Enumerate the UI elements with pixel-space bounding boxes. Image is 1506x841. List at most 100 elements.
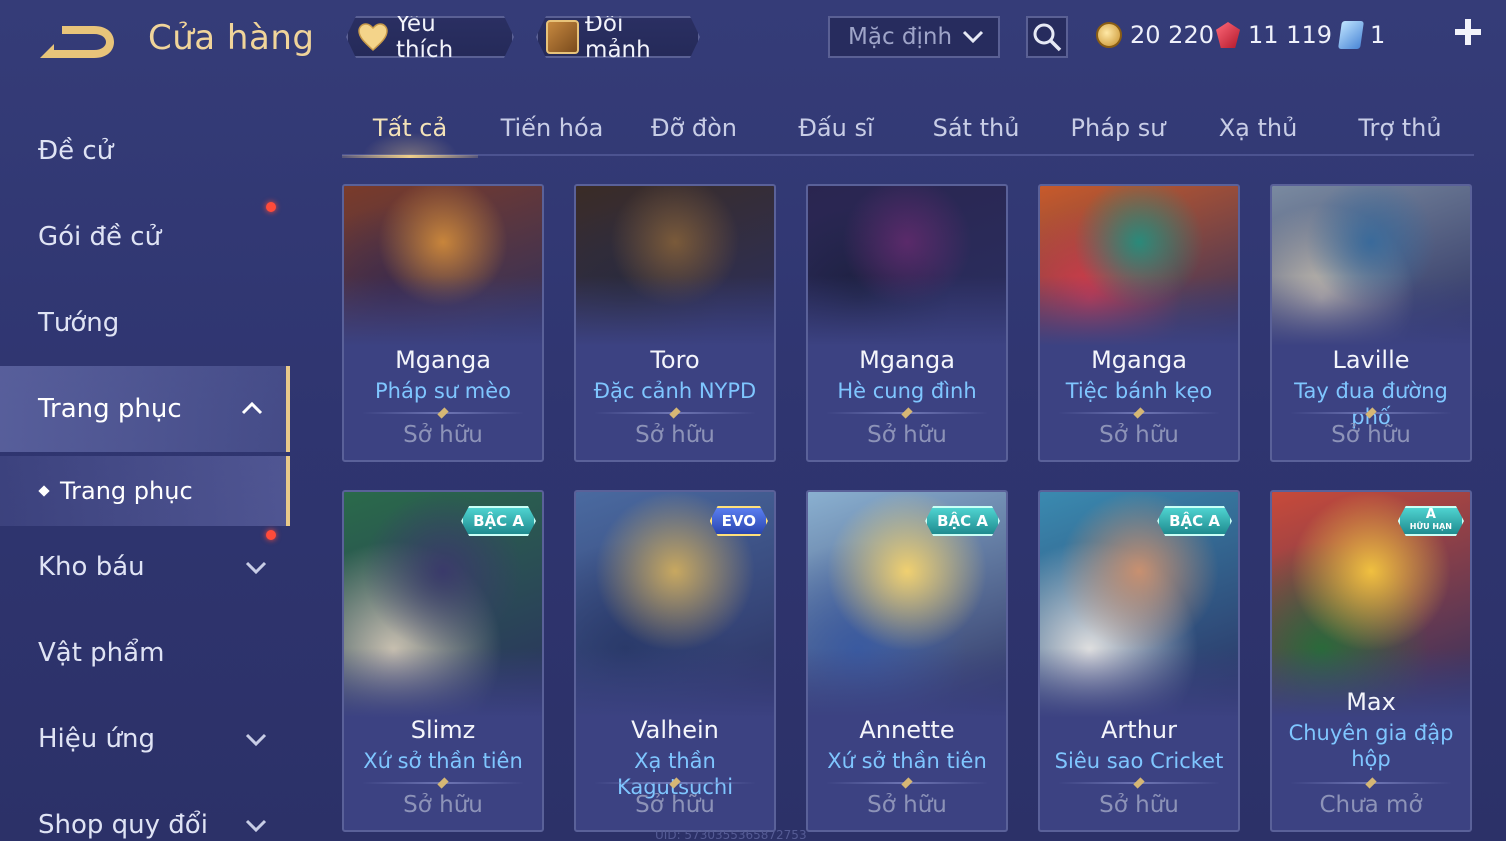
artwork-fade [1040,648,1238,718]
sidebar-item-label: Gói đề cử [38,222,162,252]
badge-label: BẬC A [1169,512,1220,530]
sidebar-subitem-skins[interactable]: Trang phục [0,456,290,526]
search-icon [1033,23,1062,52]
tab-label: Pháp sư [1070,114,1166,142]
skin-card[interactable]: Mganga Pháp sư mèo Sở hữu [342,184,544,462]
badge-label: BẬC A [937,512,988,530]
skin-card[interactable]: ValheinXạ thần KagutsuchiSở hữuEVO [574,490,776,832]
tier-badge: BẬC A [1157,506,1232,536]
ownership-status: Sở hữu [1099,792,1179,818]
role-tabs: Tất cả Tiến hóa Đỡ đòn Đấu sĩ Sát thủ Ph… [342,100,1474,158]
notification-dot [266,202,276,212]
tier-badge: BẬC A [925,506,1000,536]
skin-name: Hè cung đình [837,379,977,403]
tab-evolution[interactable]: Tiến hóa [484,100,620,156]
page-title: Cửa hàng [148,18,315,58]
sidebar: Đề cử Gói đề cử Tướng Trang phục Trang p… [0,96,290,841]
tab-marksman[interactable]: Xạ thủ [1190,100,1326,156]
top-bar: Cửa hàng Yêu thích Đổi mảnh Mặc định 20 … [0,0,1506,80]
favorites-button[interactable]: Yêu thích [346,16,514,58]
artwork-fade [808,648,1006,718]
tab-assassin[interactable]: Sát thủ [908,100,1044,156]
gem-icon [1216,22,1240,48]
skin-name: Pháp sư mèo [375,379,511,403]
chevron-down-icon [245,733,267,747]
skin-card[interactable]: Arthur Siêu sao Cricket Sở hữu BẬC A [1038,490,1240,832]
back-button[interactable] [36,20,116,64]
card-divider [362,412,524,414]
sidebar-item-effects[interactable]: Hiệu ứng [0,696,290,782]
top-up-button[interactable] [1448,14,1488,54]
skin-card[interactable]: Mganga Hè cung đình Sở hữu [806,184,1008,462]
skin-card[interactable]: Mganga Tiệc bánh kẹo Sở hữu [1038,184,1240,462]
hero-name: Mganga [395,346,491,374]
card-amount: 1 [1370,21,1386,49]
tab-all[interactable]: Tất cả [342,100,478,158]
tab-label: Trợ thủ [1358,114,1442,142]
evo-badge: EVO [710,506,768,536]
artwork-fade [576,648,774,718]
trade-shards-button[interactable]: Đổi mảnh [536,16,700,58]
tab-label: Xạ thủ [1218,114,1298,142]
sidebar-item-skins[interactable]: Trang phục [0,366,290,452]
hero-name: Slimz [410,716,476,744]
card-divider [1058,782,1220,784]
card-divider [1290,782,1452,784]
artwork-fade [344,648,542,718]
hero-name: Toro [650,346,700,374]
hero-name: Valhein [631,716,719,744]
notification-dot [266,530,276,540]
ownership-status: Sở hữu [635,422,715,448]
chevron-up-icon [241,401,263,415]
bullet-diamond-icon [38,485,50,497]
skin-card[interactable]: Slimz Xứ sở thần tiên Sở hữu BẬC A [342,490,544,832]
gold-amount: 20 220 [1130,21,1214,49]
tab-label: Đấu sĩ [798,114,874,142]
badge-label: BẬC A [473,512,524,530]
tab-support[interactable]: Trợ thủ [1332,100,1468,156]
sidebar-item-label: Trang phục [38,394,182,424]
skin-card[interactable]: Toro Đặc cảnh NYPD Sở hữu [574,184,776,462]
skin-name: Tiệc bánh kẹo [1065,379,1213,403]
chevron-down-icon [245,819,267,833]
artwork-fade [576,276,774,346]
card-balance: 1 [1338,18,1386,52]
sidebar-item-heroes[interactable]: Tướng [0,280,290,366]
hero-name: Mganga [1091,346,1187,374]
sidebar-item-label: Tướng [38,308,120,338]
sidebar-item-featured[interactable]: Đề cử [0,108,290,194]
sidebar-item-label: Đề cử [38,136,114,166]
sidebar-item-items[interactable]: Vật phẩm [0,610,290,696]
user-id: UID: 5730355365872753 [655,828,807,841]
tier-badge: BẬC A [461,506,536,536]
sort-dropdown[interactable]: Mặc định [828,16,1000,58]
card-divider [362,782,524,784]
skin-name: Chuyên gia đập hộp [1288,721,1454,771]
hero-name: Max [1346,688,1396,716]
sidebar-item-label: Trang phục [60,477,193,505]
sidebar-item-exchange-shop[interactable]: Shop quy đổi [0,782,290,841]
skin-card[interactable]: LavilleTay đua đường phốSở hữu [1270,184,1472,462]
favorites-label: Yêu thích [395,11,454,63]
hero-name: Annette [859,716,955,744]
sidebar-item-bundles[interactable]: Gói đề cử [0,194,290,280]
tab-label: Sát thủ [932,114,1020,142]
gem-balance: 11 119 [1216,18,1332,52]
hero-name: Mganga [859,346,955,374]
skin-card[interactable]: Max Chuyên gia đập hộp Chưa mở A HỮU HẠN [1270,490,1472,832]
skin-name: Xứ sở thần tiên [827,749,987,773]
artwork-fade [1040,276,1238,346]
tab-tank[interactable]: Đỡ đòn [626,100,762,156]
gold-coin-icon [1096,22,1122,48]
badge-label: EVO [721,512,756,530]
sidebar-item-label: Kho báu [38,552,145,582]
card-divider [826,782,988,784]
skin-card[interactable]: Annette Xứ sở thần tiên Sở hữu BẬC A [806,490,1008,832]
tab-mage[interactable]: Pháp sư [1050,100,1186,156]
tab-fighter[interactable]: Đấu sĩ [768,100,904,156]
heart-icon [356,20,390,54]
sidebar-item-treasure[interactable]: Kho báu [0,524,290,610]
search-button[interactable] [1026,16,1068,58]
ownership-status: Sở hữu [1331,422,1411,448]
plus-icon [1455,19,1481,45]
